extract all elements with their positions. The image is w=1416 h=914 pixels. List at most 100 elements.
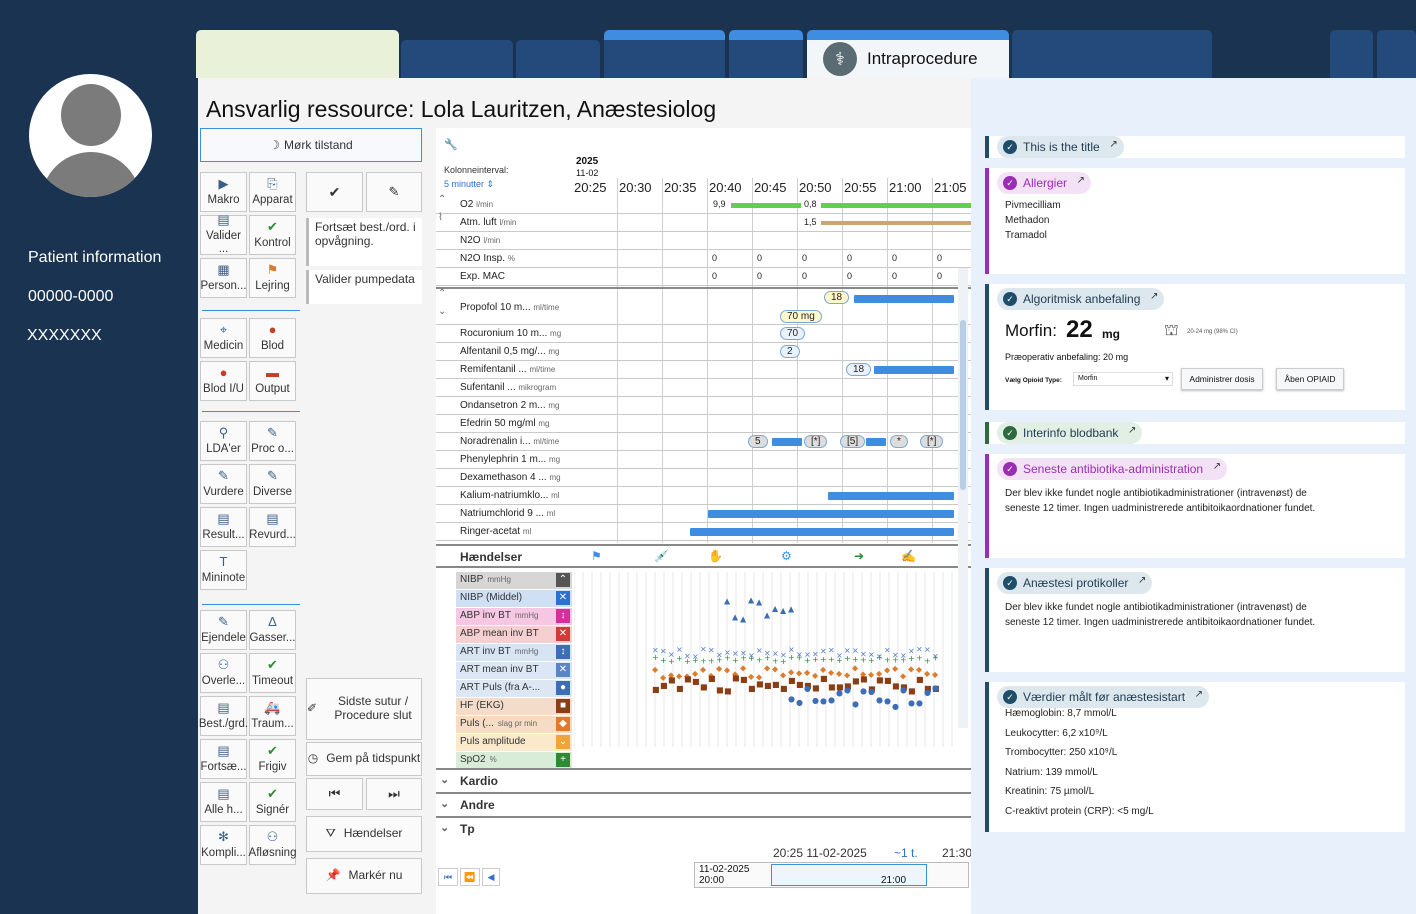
med-row[interactable]: Efedrin 50 mg/ml mg xyxy=(436,415,971,433)
vital-point[interactable]: ◆ xyxy=(716,664,723,673)
vital-point[interactable]: ● xyxy=(876,695,883,704)
vital-point[interactable]: ✕ xyxy=(748,651,755,660)
vital-point[interactable]: ■ xyxy=(916,675,924,684)
toolbar-button-kompli-[interactable]: ✻ Kompli... xyxy=(200,825,247,865)
vital-point[interactable]: ● xyxy=(796,698,803,707)
collapse-up-icon[interactable]: ⌃ xyxy=(438,288,446,299)
section-tp[interactable]: ⌄ Tp xyxy=(436,816,971,838)
vital-point[interactable]: ◆ xyxy=(908,665,915,674)
vital-point[interactable]: ● xyxy=(860,686,867,695)
toolbar-button-makro[interactable]: ▶ Makro xyxy=(200,172,247,212)
vital-point[interactable]: ● xyxy=(908,698,915,707)
vital-point[interactable]: ✕ xyxy=(740,649,747,658)
infusion-bar[interactable] xyxy=(828,492,954,500)
toolbar-button-traum-[interactable]: 🚑 Traum... xyxy=(249,696,296,736)
toolbar-button-apparat[interactable]: ⎘ Apparat xyxy=(249,172,296,212)
rewind-button[interactable]: ⏪ xyxy=(460,868,480,886)
vital-point[interactable]: ◆ xyxy=(652,665,659,674)
vital-point[interactable]: ◆ xyxy=(724,666,731,675)
vital-point[interactable]: ● xyxy=(868,687,875,696)
vital-legend-item[interactable]: Puls (... slag pr min xyxy=(456,716,572,733)
pin-icon[interactable]: ↗ xyxy=(1109,139,1117,150)
vital-point[interactable]: ■ xyxy=(788,676,796,685)
vital-point[interactable]: ◆ xyxy=(804,668,811,677)
opioid-select[interactable]: Morfin ▾ xyxy=(1073,372,1173,386)
first-page-button[interactable]: ⏮ xyxy=(438,868,458,886)
vital-point[interactable]: ● xyxy=(844,685,851,694)
gas-row[interactable]: O2 l/min 9,9 0,8 xyxy=(436,196,971,214)
toolbar-button-output[interactable]: ▬ Output xyxy=(249,361,296,401)
administer-dose-button[interactable]: Administrer dosis xyxy=(1181,368,1263,390)
vital-point[interactable]: ■ xyxy=(764,681,772,690)
vital-legend-item[interactable]: NIBP mmHg xyxy=(456,572,572,589)
card-title[interactable]: ✓ Anæstesi protikoller ↗ xyxy=(997,572,1153,594)
dose-chip[interactable]: 70 xyxy=(780,327,806,340)
vital-point[interactable]: ● xyxy=(820,697,827,706)
vital-point[interactable]: ✕ xyxy=(852,647,859,656)
vital-point[interactable]: ✕ xyxy=(732,649,739,658)
vital-point[interactable]: + xyxy=(756,656,763,665)
vital-point[interactable]: ◆ xyxy=(900,671,907,680)
vital-point[interactable]: ● xyxy=(812,696,819,705)
vital-point[interactable]: ◆ xyxy=(892,664,899,673)
dose-chip[interactable]: 18 xyxy=(846,363,872,376)
toolbar-button-fortsæ-[interactable]: ▤ Fortsæ... xyxy=(200,739,247,779)
toolbar-button-result-[interactable]: ▤ Result... xyxy=(200,507,247,547)
card-title[interactable]: ✓ Værdier målt før anæstesistart ↗ xyxy=(997,686,1210,708)
timeline-scrubber[interactable]: 11-02-2025 20:00 21:00 xyxy=(694,862,969,888)
section-andre[interactable]: ⌄ Andre xyxy=(436,792,971,814)
vital-point[interactable]: ✕ xyxy=(812,650,819,659)
toolbar-button-valider-[interactable]: ▤ Valider ... xyxy=(200,212,247,255)
toolbar-button-person-[interactable]: ▦ Person... xyxy=(200,258,247,298)
toolbar-button-mininote[interactable]: T Mininote xyxy=(200,550,247,590)
toolbar-button-best-grd-[interactable]: ▤ Best./grd. xyxy=(199,696,248,736)
toolbar-button-lejring[interactable]: ⚑ Lejring xyxy=(249,258,296,298)
toolbar-button-proc-o-[interactable]: ✎ Proc o... xyxy=(249,421,296,461)
infusion-bar[interactable] xyxy=(690,528,954,536)
vital-point[interactable]: ■ xyxy=(812,684,820,693)
med-row[interactable]: Dexamethason 4 ... mg xyxy=(436,469,971,487)
vital-legend-item[interactable]: HF (EKG) xyxy=(456,698,572,715)
vital-point[interactable]: ◆ xyxy=(780,671,787,680)
vital-point[interactable]: ◆ xyxy=(812,671,819,680)
med-row[interactable]: Kalium-natriumklo... ml xyxy=(436,487,971,505)
infusion-bar[interactable] xyxy=(708,510,954,518)
infusion-bar[interactable] xyxy=(866,438,886,446)
toolbar-button-lda-er[interactable]: ⚲ LDA'er xyxy=(200,421,247,461)
vital-point[interactable]: ✕ xyxy=(716,651,723,660)
vital-point[interactable]: ▲ xyxy=(772,604,779,613)
vital-point[interactable]: ✕ xyxy=(820,647,827,656)
arrow-icon[interactable]: ➜ xyxy=(854,549,864,563)
toolbar-button-sign-r[interactable]: ✔ Signér xyxy=(249,782,296,822)
vital-point[interactable]: ✕ xyxy=(708,646,715,655)
toolbar-button-vurdere[interactable]: ✎ Vurdere xyxy=(200,464,247,504)
pin-icon[interactable]: ↗ xyxy=(1077,175,1085,186)
card-title[interactable]: ✓ Seneste antibiotika-administration ↗ xyxy=(997,458,1228,480)
vital-toggle[interactable]: ↕ xyxy=(556,645,570,659)
collapse-up-icon[interactable]: ⌃ xyxy=(438,194,446,205)
vital-point[interactable]: ■ xyxy=(700,682,708,691)
dose-chip[interactable]: 70 mg xyxy=(780,310,822,323)
vital-point[interactable]: ✕ xyxy=(836,652,843,661)
infusion-bar[interactable] xyxy=(874,366,954,374)
vital-point[interactable]: + xyxy=(820,655,827,664)
vital-point[interactable]: ✕ xyxy=(876,653,883,662)
vital-toggle[interactable]: + xyxy=(556,753,570,767)
pin-icon[interactable]: ↗ xyxy=(1138,575,1146,586)
accept-button[interactable]: ✔ xyxy=(306,172,363,212)
card-title[interactable]: ✓ This is the title ↗ xyxy=(997,136,1124,158)
continue-orders-link[interactable]: Fortsæt best./ord. i opvågning. xyxy=(306,218,422,266)
section-kardio[interactable]: ⌄ Kardio xyxy=(436,768,971,790)
validate-pump-link[interactable]: Valider pumpedata xyxy=(306,270,422,304)
med-row[interactable]: Natriumchlorid 9 ... ml xyxy=(436,505,971,523)
vital-legend-item[interactable]: ART mean inv BT xyxy=(456,662,572,679)
vital-point[interactable]: ▲ xyxy=(748,596,755,605)
vital-point[interactable]: ✕ xyxy=(804,650,811,659)
dose-chip[interactable]: 5 xyxy=(748,435,768,448)
vital-toggle[interactable]: ◆ xyxy=(556,717,570,731)
vital-point[interactable]: ■ xyxy=(884,676,892,685)
pin-icon[interactable]: ↗ xyxy=(1213,461,1221,472)
med-row[interactable]: Rocuronium 10 m... mg 70 xyxy=(436,325,971,343)
toolbar-button-diverse[interactable]: ✎ Diverse xyxy=(249,464,296,504)
vital-legend-item[interactable]: ABP mean inv BT xyxy=(456,626,572,643)
